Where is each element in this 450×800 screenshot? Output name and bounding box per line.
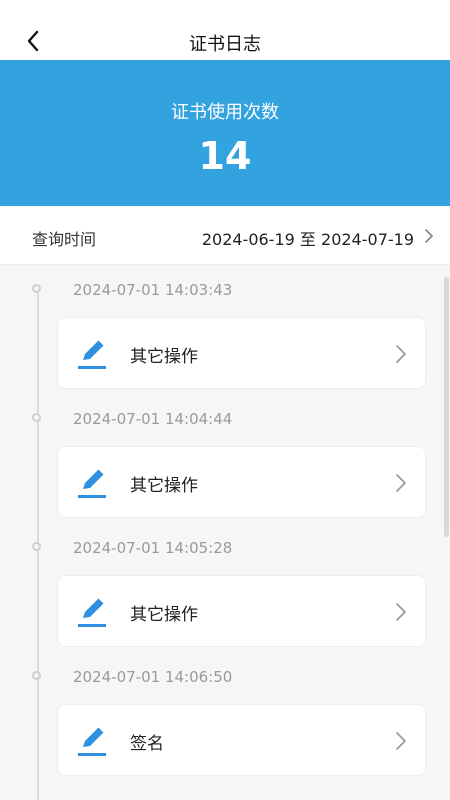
log-card[interactable]: 其它操作	[57, 446, 426, 518]
timeline-dot	[32, 284, 41, 293]
pen-icon	[78, 468, 106, 498]
chevron-right-icon	[396, 474, 406, 492]
pen-icon	[78, 597, 106, 627]
range-start: 2024-06-19	[201, 230, 295, 249]
pen-icon	[78, 726, 106, 756]
log-time: 2024-07-01 14:04:44	[73, 410, 233, 428]
query-time-label: 查询时间	[32, 230, 97, 249]
chevron-right-icon	[396, 603, 406, 621]
log-entry: 2024-07-01 14:04:44 其它操作	[0, 394, 450, 524]
range-separator: 至	[299, 230, 316, 249]
timeline-dot	[32, 671, 41, 680]
range-end: 2024-07-19	[321, 230, 414, 249]
page-title: 证书日志	[189, 34, 261, 55]
log-card[interactable]: 签名	[57, 704, 426, 776]
timeline-dot	[32, 413, 41, 422]
usage-summary-banner: 证书使用次数 14	[0, 60, 450, 206]
log-card[interactable]: 其它操作	[57, 317, 426, 389]
chevron-right-icon	[425, 229, 433, 243]
operation-name: 其它操作	[130, 347, 198, 367]
chevron-right-icon	[396, 732, 406, 750]
operation-name: 签名	[130, 734, 164, 754]
log-card[interactable]: 其它操作	[57, 575, 426, 647]
usage-count-value: 14	[198, 134, 252, 178]
chevron-right-icon	[396, 345, 406, 363]
log-time: 2024-07-01 14:05:28	[73, 539, 233, 557]
operation-name: 其它操作	[130, 476, 198, 496]
top-nav-bar: 证书日志	[0, 0, 450, 60]
date-range[interactable]: 2024-06-19 至 2024-07-19	[202, 226, 414, 250]
pen-icon	[78, 339, 106, 369]
log-time: 2024-07-01 14:06:50	[73, 668, 233, 686]
log-entry: 2024-07-01 14:06:50 签名	[0, 652, 450, 782]
log-time: 2024-07-01 14:03:43	[73, 281, 233, 299]
log-entry: 2024-07-01 14:05:28 其它操作	[0, 523, 450, 653]
timeline-dot	[32, 542, 41, 551]
query-time-row[interactable]: 查询时间 2024-06-19 至 2024-07-19	[0, 206, 450, 265]
log-list[interactable]: 2024-07-01 14:03:43 其它操作 2024-07-01 14:0…	[0, 265, 450, 800]
log-entry: 2024-07-01 14:03:43 其它操作	[0, 265, 450, 395]
operation-name: 其它操作	[130, 605, 198, 625]
usage-count-label: 证书使用次数	[171, 102, 279, 123]
